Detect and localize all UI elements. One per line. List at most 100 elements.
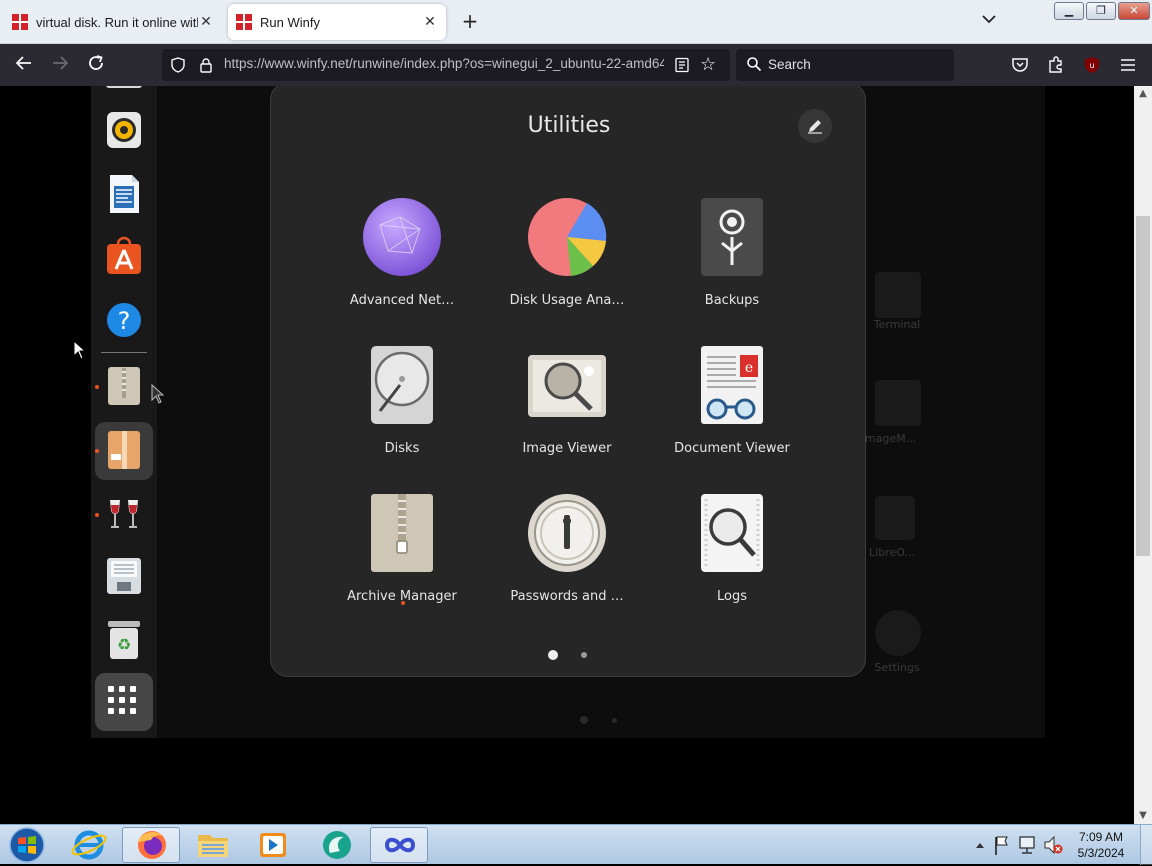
page-scrollbar[interactable]: ▲ ▼ bbox=[1134, 86, 1152, 824]
tracking-protection-shield-icon[interactable] bbox=[170, 57, 186, 73]
app-label: Logs bbox=[717, 589, 747, 604]
app-archive-manager[interactable]: Archive Manager bbox=[332, 491, 472, 604]
scrollbar-thumb[interactable] bbox=[1136, 216, 1150, 556]
disk-usage-analyzer-icon bbox=[528, 198, 607, 276]
file-explorer-icon[interactable] bbox=[184, 827, 242, 863]
running-indicator bbox=[401, 601, 405, 605]
address-bar[interactable]: https://www.winfy.net/runwine/index.php?… bbox=[162, 49, 730, 81]
system-clock[interactable]: 7:09 AM 5/3/2024 bbox=[1070, 829, 1132, 861]
action-center-flag-icon[interactable] bbox=[992, 825, 1012, 865]
minimize-window-button[interactable]: ▁ bbox=[1054, 2, 1084, 20]
dock-partial-app-icon[interactable] bbox=[106, 86, 142, 88]
app-label: Backups bbox=[704, 293, 760, 308]
folder-title: Utilities bbox=[527, 113, 611, 138]
dock-separator bbox=[101, 352, 147, 353]
bg-page-dot bbox=[612, 718, 617, 723]
rhythmbox-icon[interactable] bbox=[106, 110, 142, 150]
backups-icon bbox=[701, 198, 763, 276]
volume-muted-icon[interactable] bbox=[1042, 825, 1064, 865]
reload-icon[interactable] bbox=[84, 54, 108, 76]
libreoffice-writer-icon[interactable] bbox=[106, 174, 142, 214]
show-hidden-icons-icon[interactable] bbox=[972, 825, 988, 865]
tab-virtual-disk[interactable]: virtual disk. Run it online with WinFy ✕ bbox=[4, 4, 222, 40]
app-passwords-and-keys[interactable]: Passwords and … bbox=[497, 491, 637, 604]
settings-bg-icon bbox=[875, 610, 921, 656]
lock-icon[interactable] bbox=[198, 57, 214, 73]
app-label: Disks bbox=[384, 441, 420, 456]
ublock-origin-icon[interactable]: u bbox=[1082, 55, 1102, 75]
tab-run-winfy[interactable]: Run Winfy ✕ bbox=[228, 4, 446, 40]
media-player-icon[interactable] bbox=[244, 827, 302, 863]
page-indicator[interactable] bbox=[581, 652, 587, 658]
close-tab-icon[interactable]: ✕ bbox=[422, 14, 438, 30]
app-label: Advanced Net… bbox=[349, 293, 455, 308]
extensions-puzzle-icon[interactable] bbox=[1046, 55, 1066, 75]
firefox-icon bbox=[138, 831, 166, 859]
infinity-icon bbox=[384, 837, 416, 853]
scroll-down-icon[interactable]: ▼ bbox=[1134, 808, 1152, 824]
teal-app-icon[interactable] bbox=[308, 827, 366, 863]
utilities-folder-popup: Utilities Advanced Net… Disk Usage Ana… bbox=[270, 86, 866, 677]
scroll-up-icon[interactable]: ▲ bbox=[1134, 86, 1152, 102]
clock-date: 5/3/2024 bbox=[1077, 846, 1125, 860]
network-icon[interactable] bbox=[1016, 825, 1038, 865]
firefox-taskbar-button[interactable] bbox=[122, 827, 180, 863]
image-viewer-icon bbox=[528, 355, 606, 417]
archive-manager-dock-icon[interactable] bbox=[106, 366, 142, 406]
restore-window-button[interactable]: ❐ bbox=[1086, 2, 1116, 20]
wine-glasses-icon[interactable] bbox=[106, 494, 142, 534]
bg-app-label: Settings bbox=[874, 661, 920, 674]
running-indicator bbox=[95, 513, 99, 517]
internet-explorer-icon[interactable] bbox=[60, 827, 118, 863]
winfy-favicon-icon bbox=[236, 14, 252, 30]
show-desktop-button[interactable] bbox=[1140, 825, 1152, 865]
app-grid-icon bbox=[108, 686, 140, 718]
app-disk-usage-analyzer[interactable]: Disk Usage Ana… bbox=[497, 195, 637, 308]
bg-page-dot bbox=[580, 716, 588, 724]
url-text[interactable]: https://www.winfy.net/runwine/index.php?… bbox=[224, 56, 664, 74]
start-button[interactable] bbox=[4, 826, 50, 864]
ubuntu-software-icon[interactable] bbox=[106, 236, 142, 276]
svg-text:♻: ♻ bbox=[117, 635, 131, 654]
close-window-button[interactable]: ✕ bbox=[1118, 2, 1150, 20]
app-label: Passwords and … bbox=[510, 589, 624, 604]
app-backups[interactable]: Backups bbox=[662, 195, 802, 308]
close-tab-icon[interactable]: ✕ bbox=[198, 14, 214, 30]
app-disks[interactable]: Disks bbox=[332, 343, 472, 456]
infinity-app-taskbar-button[interactable] bbox=[370, 827, 428, 863]
app-document-viewer[interactable]: e Document Viewer bbox=[662, 343, 802, 456]
page-viewport: Terminal ImageM... LibreO... Settings ? bbox=[0, 86, 1134, 824]
app-logs[interactable]: Logs bbox=[662, 491, 802, 604]
search-bar[interactable]: Search bbox=[736, 49, 954, 81]
advanced-network-icon bbox=[363, 198, 441, 276]
libreoffice-bg-icon bbox=[875, 496, 915, 540]
help-icon[interactable]: ? bbox=[106, 300, 142, 340]
save-drive-icon[interactable] bbox=[106, 556, 142, 596]
new-tab-button[interactable]: + bbox=[458, 9, 482, 33]
running-indicator bbox=[95, 449, 99, 453]
mouse-pointer-icon bbox=[73, 340, 87, 360]
passwords-keys-icon bbox=[528, 494, 606, 572]
svg-text:?: ? bbox=[118, 307, 131, 335]
reader-view-icon[interactable] bbox=[674, 57, 690, 73]
hamburger-menu-icon[interactable] bbox=[1118, 55, 1138, 75]
logs-icon bbox=[701, 494, 763, 572]
bookmark-star-icon[interactable]: ☆ bbox=[700, 54, 716, 75]
app-label: Document Viewer bbox=[674, 441, 790, 456]
app-advanced-network[interactable]: Advanced Net… bbox=[332, 195, 472, 308]
trash-icon[interactable]: ♻ bbox=[106, 620, 142, 660]
forward-icon[interactable] bbox=[48, 54, 72, 76]
rename-folder-button[interactable] bbox=[798, 109, 832, 143]
back-icon[interactable] bbox=[12, 54, 36, 76]
pocket-icon[interactable] bbox=[1010, 55, 1030, 75]
tab-title: Run Winfy bbox=[260, 14, 320, 30]
app-label: Disk Usage Ana… bbox=[509, 293, 625, 308]
bg-app-label: Terminal bbox=[873, 318, 921, 331]
disks-icon bbox=[371, 346, 433, 424]
list-all-tabs-icon[interactable] bbox=[982, 12, 996, 28]
package-installer-icon[interactable] bbox=[106, 430, 142, 470]
archive-manager-icon bbox=[371, 494, 433, 572]
page-indicator-active[interactable] bbox=[548, 650, 558, 660]
terminal-bg-icon bbox=[875, 272, 921, 318]
app-image-viewer[interactable]: Image Viewer bbox=[497, 343, 637, 456]
